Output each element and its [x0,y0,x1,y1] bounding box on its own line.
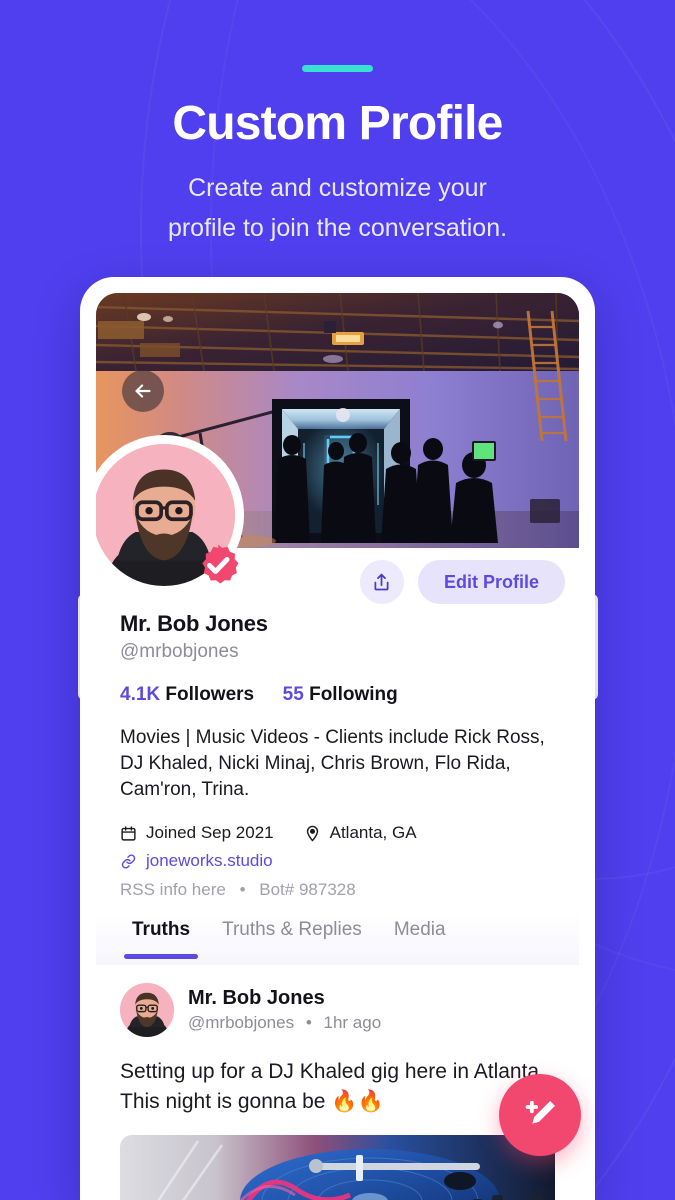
page-title: Custom Profile [172,97,503,150]
share-icon [374,573,389,590]
back-arrow-icon [135,384,151,398]
avatar[interactable] [96,435,244,595]
metadata-row-rss: RSS info here • Bot# 987328 [120,880,555,900]
post-avatar-portrait [120,983,174,1037]
link-icon [121,853,136,869]
post-author-name: Mr. Bob Jones [188,987,325,1009]
metadata-row-primary: Joined Sep 2021 Atlanta, GA [120,819,555,847]
post-media-image [120,1135,555,1200]
back-button[interactable] [122,370,164,412]
page-subtitle-line2: profile to join the conversation. [167,214,508,242]
app-screen: Edit Profile Mr. Bob Jones @mrbobjones 4… [96,293,579,1200]
following-stat[interactable]: 55 Following [283,684,398,705]
verified-badge-icon [202,544,239,584]
tab-media[interactable]: Media [378,913,462,959]
profile-stats: 4.1K Followers 55 Following [120,684,555,706]
profile-metadata: Joined Sep 2021 Atlanta, GA joneworks.st… [120,819,555,900]
following-label: Following [309,684,398,705]
location: Atlanta, GA [304,823,417,843]
followers-count: 4.1K [120,684,161,705]
post-media[interactable] [120,1135,555,1200]
compose-button[interactable] [499,1074,581,1156]
rss-info-label: RSS info here [120,880,226,899]
accent-bar [302,65,373,72]
page-subtitle-line1: Create and customize your [188,174,487,202]
share-button[interactable] [359,560,404,604]
profile-tabs: Truths Truths & Replies Media [96,913,579,965]
post-meta: @mrbobjones • 1hr ago [188,1013,381,1033]
post-header: Mr. Bob Jones @mrbobjones • 1hr ago [120,983,555,1037]
tab-truths-and-replies[interactable]: Truths & Replies [206,913,378,959]
post-author-handle: @mrbobjones [188,1013,295,1032]
followers-stat[interactable]: 4.1K Followers [120,684,254,705]
post-text: Setting up for a DJ Khaled gig here in A… [120,1060,545,1113]
website-label: joneworks.studio [146,851,273,870]
profile-actions: Edit Profile [359,560,565,604]
following-count: 55 [282,684,304,705]
metadata-row-website: joneworks.studio [120,847,555,875]
post-meta-separator: • [305,1013,312,1032]
phone-mockup: Edit Profile Mr. Bob Jones @mrbobjones 4… [80,277,595,1200]
joined-date-label: Joined Sep 2021 [146,823,274,842]
profile-display-name: Mr. Bob Jones [120,611,268,636]
profile-bio: Movies | Music Videos - Clients include … [120,727,545,800]
page-subtitle: Create and customize your profile to joi… [0,168,675,248]
post-timestamp: 1hr ago [323,1013,382,1032]
followers-label: Followers [165,684,255,705]
post-avatar[interactable] [120,983,174,1037]
metadata-separator: • [239,880,246,899]
profile-info: Mr. Bob Jones @mrbobjones 4.1K Followers… [96,611,579,900]
post-author-block: Mr. Bob Jones @mrbobjones • 1hr ago [188,987,381,1033]
location-label: Atlanta, GA [329,823,417,842]
tab-truths[interactable]: Truths [116,913,206,959]
location-pin-icon [306,825,318,841]
profile-handle: @mrbobjones [120,641,239,662]
joined-date: Joined Sep 2021 [120,823,274,843]
bot-id-label: Bot# 987328 [259,880,356,899]
compose-icon [525,1100,555,1124]
website[interactable]: joneworks.studio [120,851,273,871]
edit-profile-button[interactable]: Edit Profile [417,560,565,604]
calendar-icon [121,825,136,841]
